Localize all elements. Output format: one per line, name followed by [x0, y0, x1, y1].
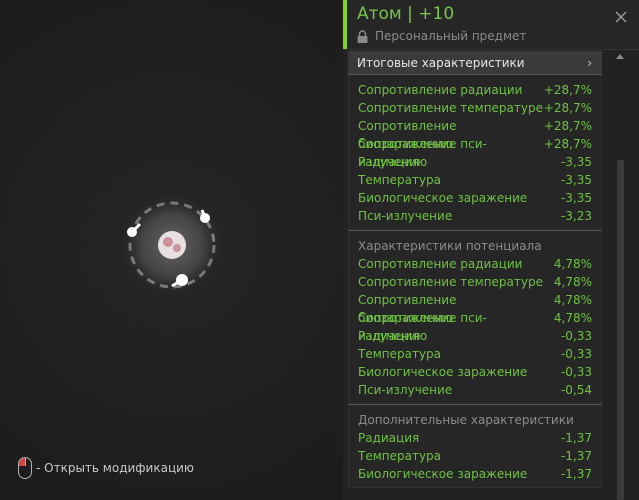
scroll-up-arrow[interactable] [616, 54, 624, 59]
stat-row: Температура -3,35 [358, 173, 592, 187]
stats-list[interactable]: Итоговые характеристики › Сопротивление … [348, 51, 602, 500]
stat-row: Биологическое заражение -3,35 [358, 191, 592, 205]
stat-row: Радиация -1,37 [358, 431, 592, 445]
item-header: Атом | +10 Персональный предмет [343, 0, 639, 50]
subtitle-text: Персональный предмет [375, 29, 527, 43]
stat-row: Сопротивление температуре 4,78% [358, 275, 592, 289]
stat-row: Радиация -0,33 [358, 329, 592, 343]
potential-group-title: Характеристики потенциала [358, 239, 542, 253]
stat-row: Радиация -3,35 [358, 155, 592, 169]
item-title: Атом | +10 [357, 4, 455, 24]
mouse-icon [18, 457, 32, 479]
stat-row: Биологическое заражение -1,37 [358, 467, 592, 481]
scrollbar-thumb[interactable] [617, 160, 624, 500]
stat-row: Сопротивление температуре +28,7% [358, 101, 592, 115]
hint-text: - Открыть модификацию [36, 461, 195, 475]
stat-row: Сопротивление радиации 4,78% [358, 257, 592, 271]
stat-row: Сопротивление пси-излучению 4,78% [358, 311, 592, 343]
summary-section-header[interactable]: Итоговые характеристики › [348, 51, 602, 75]
stat-row: Пси-излучение -3,23 [358, 209, 592, 223]
close-icon[interactable] [614, 10, 628, 24]
open-modification-hint: - Открыть модификацию [18, 456, 194, 480]
item-info-panel: Атом | +10 Персональный предмет Итоговые… [343, 0, 639, 500]
stat-row: Сопротивление пси-излучению +28,7% [358, 137, 592, 169]
chevron-right-icon: › [587, 55, 592, 70]
stat-row: Сопротивление биозаражению +28,7% [358, 119, 592, 151]
extra-group-title: Дополнительные характеристики [358, 413, 574, 427]
artifact-icon [120, 193, 224, 297]
summary-section-label: Итоговые характеристики [357, 55, 525, 70]
stat-row: Температура -1,37 [358, 449, 592, 463]
stat-row: Биологическое заражение -0,33 [358, 365, 592, 379]
stat-row: Сопротивление биозаражению 4,78% [358, 293, 592, 325]
stat-row: Пси-излучение -0,54 [358, 383, 592, 397]
stat-row: Сопротивление радиации +28,7% [358, 83, 592, 97]
summary-group: Сопротивление радиации +28,7% Сопротивлен… [348, 75, 602, 230]
item-preview: - Открыть модификацию [0, 0, 343, 500]
lock-icon [357, 29, 368, 43]
potential-group: Характеристики потенциала Сопротивление … [348, 230, 602, 404]
extra-group: Дополнительные характеристики Радиация -1… [348, 404, 602, 488]
stat-row: Температура -0,33 [358, 347, 592, 361]
accent-bar [343, 0, 347, 49]
item-subtitle: Персональный предмет [357, 29, 526, 43]
